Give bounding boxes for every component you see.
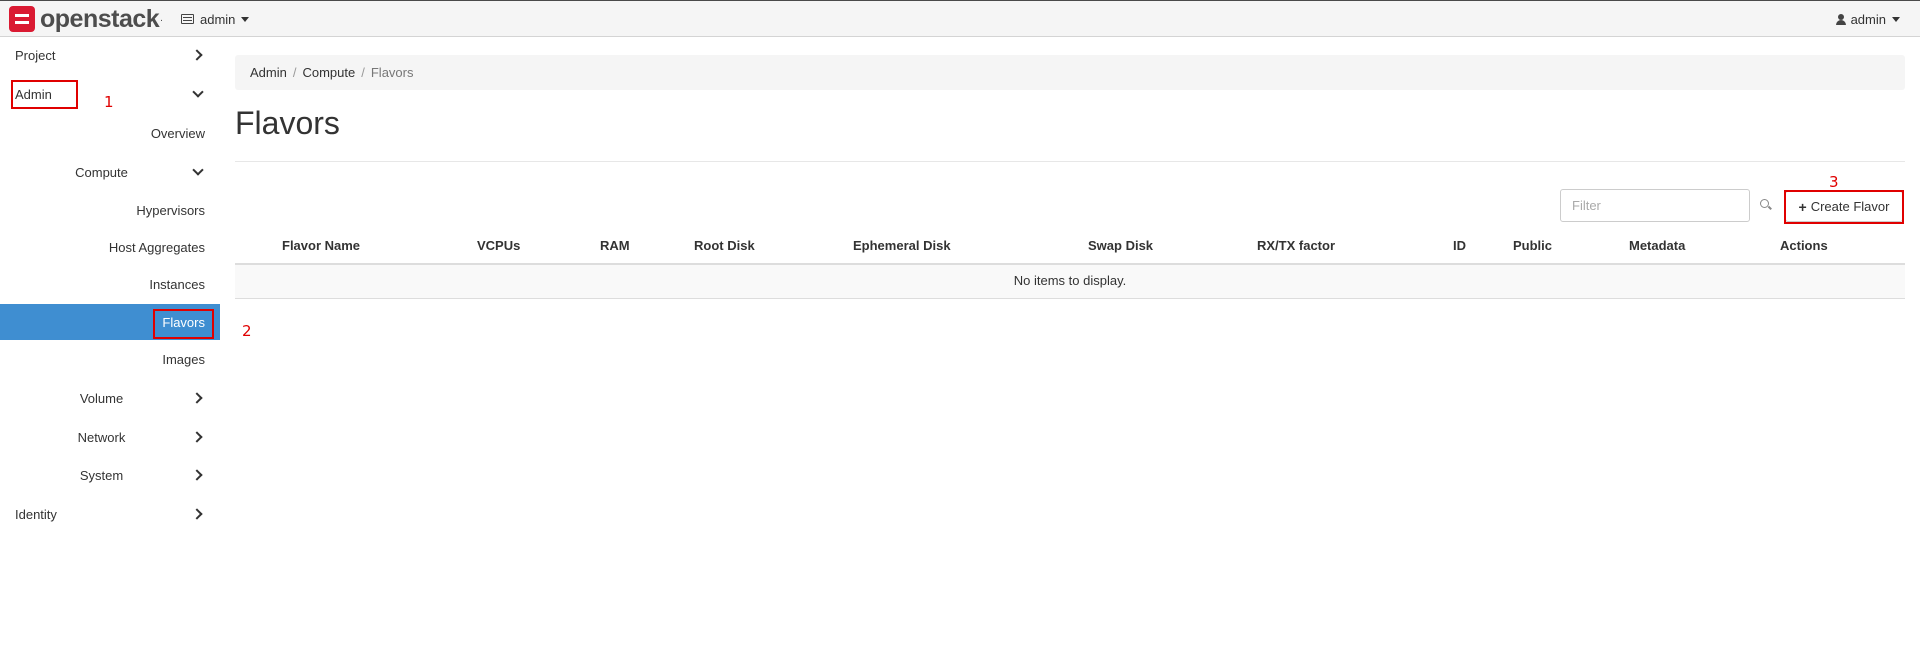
filter-input[interactable] — [1560, 189, 1750, 222]
chevron-right-icon — [192, 509, 202, 519]
sidebar-item-compute[interactable]: Compute — [0, 154, 220, 190]
chevron-right-icon — [192, 470, 202, 480]
user-menu-dropdown[interactable]: admin — [1835, 10, 1900, 28]
table-empty-message: No items to display. — [235, 265, 1905, 299]
column-header-metadata[interactable]: Metadata — [1629, 231, 1685, 265]
annotation-box-admin — [11, 80, 78, 109]
sidebar-item-label: Identity — [15, 506, 57, 522]
annotation-number-3: 3 — [1829, 173, 1839, 191]
openstack-logo-icon — [9, 6, 35, 32]
sidebar: Project Admin Overview Compute Hyperviso… — [0, 37, 220, 662]
column-header-actions: Actions — [1780, 238, 1828, 253]
column-header-vcpus[interactable]: VCPUs — [477, 231, 520, 265]
search-icon[interactable] — [1760, 199, 1772, 211]
sidebar-item-hypervisors[interactable]: Hypervisors — [0, 192, 220, 228]
annotation-box-flavors — [153, 309, 214, 339]
project-selector-dropdown[interactable]: admin — [181, 10, 250, 28]
chevron-down-icon — [192, 167, 202, 177]
chevron-right-icon — [192, 432, 202, 442]
sidebar-item-system[interactable]: System — [0, 457, 220, 493]
breadcrumb: Admin / Compute / Flavors — [235, 55, 1905, 90]
sidebar-item-instances[interactable]: Instances — [0, 266, 220, 302]
column-header-public[interactable]: Public — [1513, 231, 1552, 265]
sidebar-item-project[interactable]: Project — [0, 37, 220, 73]
sidebar-item-identity[interactable]: Identity — [0, 496, 220, 532]
brand-name: openstack — [40, 5, 160, 33]
column-header-ephemeral-disk[interactable]: Ephemeral Disk — [853, 231, 951, 265]
sidebar-item-label: Overview — [150, 125, 205, 141]
column-header-id[interactable]: ID — [1453, 231, 1466, 265]
annotation-number-2: 2 — [242, 322, 252, 340]
user-menu-label: admin — [1850, 11, 1886, 27]
project-list-icon — [181, 14, 194, 24]
breadcrumb-admin-link[interactable]: Admin — [250, 65, 287, 80]
breadcrumb-compute-link[interactable]: Compute — [302, 65, 355, 80]
column-header-flavor-name[interactable]: Flavor Name — [282, 231, 360, 265]
column-header-ram[interactable]: RAM — [600, 231, 630, 265]
breadcrumb-separator: / — [361, 65, 365, 80]
user-icon — [1835, 13, 1846, 25]
sidebar-item-label: System — [79, 467, 124, 483]
column-header-rx-tx-factor[interactable]: RX/TX factor — [1257, 231, 1335, 265]
column-header-swap-disk[interactable]: Swap Disk — [1088, 231, 1153, 265]
chevron-right-icon — [192, 393, 202, 403]
caret-down-icon — [241, 16, 250, 22]
title-divider — [235, 161, 1905, 162]
sidebar-item-label: Images — [162, 351, 205, 367]
annotation-box-create-flavor — [1784, 190, 1904, 224]
sidebar-item-overview[interactable]: Overview — [0, 115, 220, 151]
page-title: Flavors — [235, 105, 340, 141]
sidebar-item-label: Hypervisors — [136, 202, 205, 218]
sidebar-item-label: Project — [15, 47, 56, 63]
sidebar-item-label: Host Aggregates — [108, 239, 205, 255]
column-header-root-disk[interactable]: Root Disk — [694, 231, 755, 265]
sidebar-item-label: Compute — [75, 164, 128, 180]
sidebar-item-label: Volume — [79, 390, 124, 406]
chevron-down-icon — [192, 89, 202, 99]
sidebar-item-volume[interactable]: Volume — [0, 380, 220, 416]
brand-suffix: . — [160, 13, 163, 24]
sidebar-item-label: Instances — [149, 276, 205, 292]
breadcrumb-separator: / — [292, 65, 297, 80]
sidebar-item-label: Network — [77, 429, 126, 445]
openstack-logo[interactable]: openstack. — [9, 5, 163, 33]
project-selector-label: admin — [200, 11, 236, 27]
sidebar-item-images[interactable]: Images — [0, 341, 220, 377]
sidebar-item-network[interactable]: Network — [0, 419, 220, 455]
top-navbar: openstack. admin admin — [0, 0, 1920, 37]
sidebar-item-host-aggregates[interactable]: Host Aggregates — [0, 229, 220, 265]
annotation-number-1: 1 — [104, 93, 114, 111]
caret-down-icon — [1892, 16, 1900, 22]
chevron-right-icon — [192, 50, 202, 60]
flavors-table-header: Flavor Name VCPUs RAM Root Disk Ephemera… — [235, 231, 1905, 265]
breadcrumb-current: Flavors — [370, 65, 414, 80]
